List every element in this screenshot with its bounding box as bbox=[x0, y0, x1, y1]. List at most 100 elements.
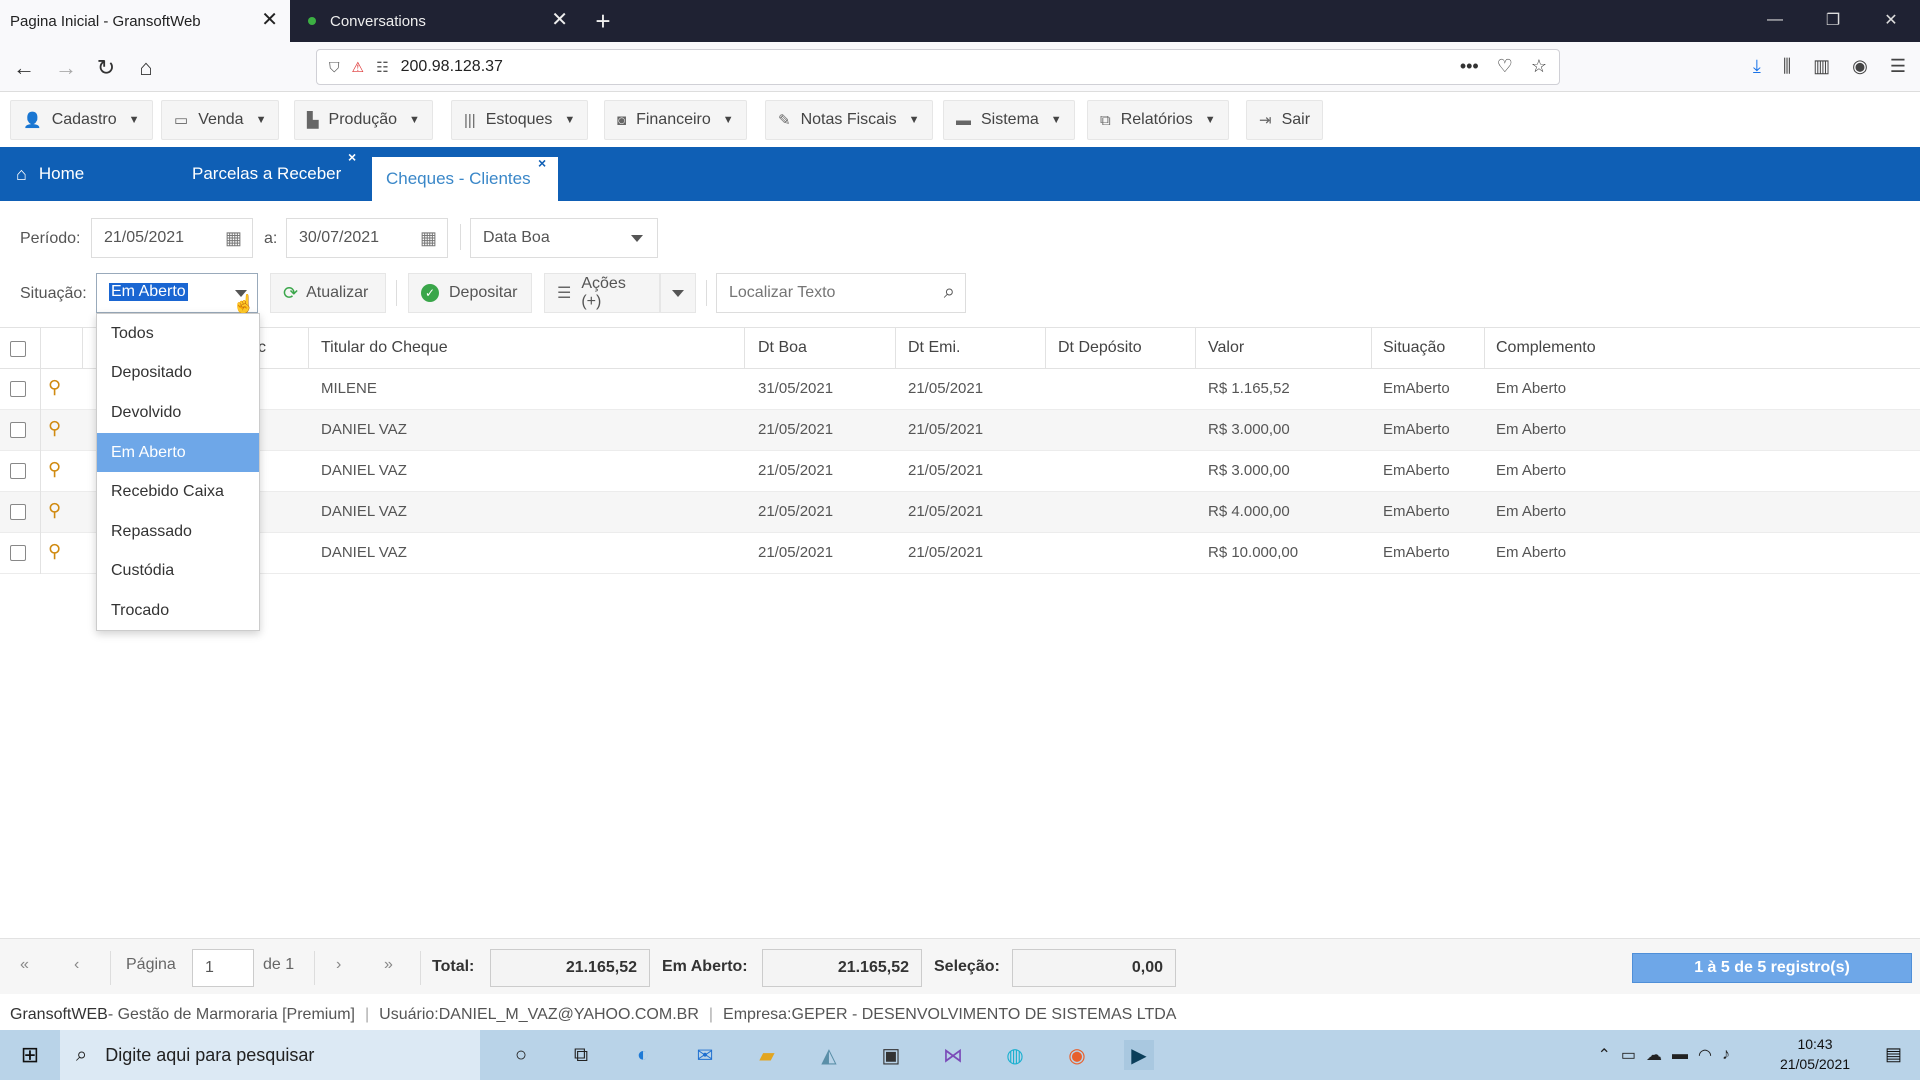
shield-icon[interactable]: ⛉ bbox=[329, 59, 340, 76]
mail-icon[interactable]: ✉ bbox=[690, 1040, 720, 1070]
restore-icon[interactable]: ❐ bbox=[1804, 0, 1862, 40]
situacao-value[interactable]: Em Aberto bbox=[109, 283, 188, 301]
acoes-dropdown-button[interactable] bbox=[660, 273, 696, 313]
close-tab-icon[interactable]: × bbox=[538, 155, 546, 171]
menu-sistema[interactable]: ▬ Sistema ▼ bbox=[943, 100, 1075, 140]
magnify-icon[interactable]: ⚲ bbox=[48, 541, 61, 562]
option-em-aberto[interactable]: Em Aberto bbox=[97, 432, 259, 473]
menu-sair[interactable]: ⇥ Sair bbox=[1246, 100, 1324, 140]
col-situacao[interactable]: Situação bbox=[1383, 339, 1445, 357]
situacao-select[interactable]: Em Aberto ☝ bbox=[96, 273, 258, 314]
forward-icon[interactable]: → bbox=[50, 52, 82, 84]
file-explorer-icon[interactable]: ▰ bbox=[752, 1040, 782, 1070]
insecure-icon[interactable]: ⚠ bbox=[352, 59, 365, 76]
col-dt-boa[interactable]: Dt Boa bbox=[758, 339, 807, 357]
menu-notas-fiscais[interactable]: ✎ Notas Fiscais ▼ bbox=[765, 100, 933, 140]
depositar-button[interactable]: ✓ Depositar bbox=[408, 273, 532, 313]
account-icon[interactable]: ◉ bbox=[1852, 56, 1868, 77]
menu-financeiro[interactable]: ◙ Financeiro ▼ bbox=[604, 100, 747, 140]
calendar-icon[interactable]: ▦ bbox=[420, 228, 437, 249]
atualizar-button[interactable]: ⟳ Atualizar bbox=[270, 273, 386, 313]
menu-venda[interactable]: ▭ Venda ▼ bbox=[161, 100, 280, 140]
tab-parcelas-a-receber[interactable]: Parcelas a Receber × bbox=[192, 147, 356, 201]
acoes-button[interactable]: ☰ Ações (+) bbox=[544, 273, 660, 313]
skype-icon[interactable]: ◍ bbox=[1000, 1040, 1030, 1070]
more-icon[interactable]: ••• bbox=[1460, 56, 1479, 77]
table-row[interactable]: ⚲ MILENE 31/05/2021 21/05/2021 R$ 1.165,… bbox=[0, 369, 1920, 410]
visual-studio-icon[interactable]: ⋈ bbox=[938, 1040, 968, 1070]
taskbar-search[interactable]: ⌕ Digite aqui para pesquisar bbox=[60, 1030, 480, 1080]
tab-home[interactable]: ⌂ Home bbox=[16, 147, 84, 201]
date-from-field[interactable]: 21/05/2021 ▦ bbox=[91, 218, 253, 258]
library-icon[interactable]: ⫼ bbox=[1783, 56, 1791, 77]
option-trocado[interactable]: Trocado bbox=[97, 591, 259, 631]
firefox-icon[interactable]: ◉ bbox=[1062, 1040, 1092, 1070]
search-icon[interactable]: ⌕ bbox=[944, 281, 955, 304]
sidebar-icon[interactable]: ▥ bbox=[1813, 56, 1830, 77]
tab-cheques-clientes[interactable]: Cheques - Clientes × bbox=[372, 155, 558, 201]
col-titular[interactable]: Titular do Cheque bbox=[321, 339, 448, 357]
row-checkbox[interactable] bbox=[10, 381, 26, 397]
magnify-icon[interactable]: ⚲ bbox=[48, 459, 61, 480]
wifi-icon[interactable]: ◠ bbox=[1698, 1045, 1712, 1065]
row-checkbox[interactable] bbox=[10, 504, 26, 520]
volume-icon[interactable]: ♪ bbox=[1722, 1046, 1730, 1064]
table-row[interactable]: ⚲ DANIEL VAZ 21/05/2021 21/05/2021 R$ 4.… bbox=[0, 492, 1920, 533]
table-row[interactable]: ⚲ DANIEL VAZ 21/05/2021 21/05/2021 R$ 3.… bbox=[0, 410, 1920, 451]
col-complemento[interactable]: Complemento bbox=[1496, 339, 1596, 357]
new-tab-icon[interactable]: + bbox=[580, 0, 626, 42]
windows-start-icon[interactable]: ⊞ bbox=[0, 1030, 60, 1080]
close-tab-icon[interactable]: ✕ bbox=[261, 10, 278, 30]
meet-icon[interactable]: ▭ bbox=[1621, 1045, 1636, 1065]
magnify-icon[interactable]: ⚲ bbox=[48, 418, 61, 439]
hamburger-menu-icon[interactable]: ☰ bbox=[1890, 56, 1906, 77]
next-page-icon[interactable]: › bbox=[336, 956, 341, 974]
cortana-icon[interactable]: ○ bbox=[506, 1040, 536, 1070]
close-tab-icon[interactable]: ✕ bbox=[551, 10, 568, 30]
home-icon[interactable]: ⌂ bbox=[130, 52, 162, 84]
menu-cadastro[interactable]: 👤 Cadastro ▼ bbox=[10, 100, 153, 140]
option-todos[interactable]: Todos bbox=[97, 314, 259, 354]
row-checkbox[interactable] bbox=[10, 463, 26, 479]
last-page-icon[interactable]: » bbox=[384, 956, 393, 974]
option-depositado[interactable]: Depositado bbox=[97, 354, 259, 394]
menu-producao[interactable]: ▙ Produção ▼ bbox=[294, 100, 433, 140]
first-page-icon[interactable]: « bbox=[20, 956, 29, 974]
date-type-select[interactable]: Data Boa bbox=[470, 218, 658, 258]
calendar-icon[interactable]: ▦ bbox=[225, 228, 242, 249]
reload-icon[interactable]: ↻ bbox=[90, 52, 122, 84]
task-view-icon[interactable]: ⧉ bbox=[566, 1040, 596, 1070]
option-recebido-caixa[interactable]: Recebido Caixa bbox=[97, 472, 259, 512]
magnify-icon[interactable]: ⚲ bbox=[48, 377, 61, 398]
table-row[interactable]: ⚲ DANIEL VAZ 21/05/2021 21/05/2021 R$ 3.… bbox=[0, 451, 1920, 492]
browser-tab-conversations[interactable]: Conversations ✕ bbox=[290, 0, 580, 42]
browser-tab-gransoft[interactable]: Pagina Inicial - GransoftWeb ✕ bbox=[0, 0, 290, 42]
col-dt-deposito[interactable]: Dt Depósito bbox=[1058, 339, 1142, 357]
back-icon[interactable]: ← bbox=[8, 52, 40, 84]
notification-icon[interactable]: ▤ bbox=[1885, 1044, 1902, 1065]
address-bar[interactable]: ⛉ ⚠ ☷ 200.98.128.37 ••• ♡ ☆ bbox=[316, 49, 1560, 85]
url-text[interactable]: 200.98.128.37 bbox=[401, 58, 503, 76]
terminal-app-icon[interactable]: ▶ bbox=[1124, 1040, 1154, 1070]
taskbar-clock[interactable]: 10:43 21/05/2021 bbox=[1770, 1034, 1860, 1074]
edge-icon[interactable]: ◐ bbox=[628, 1040, 658, 1070]
close-window-icon[interactable]: ✕ bbox=[1862, 0, 1920, 40]
option-devolvido[interactable]: Devolvido bbox=[97, 393, 259, 433]
table-row[interactable]: ⚲ DANIEL VAZ 21/05/2021 21/05/2021 R$ 10… bbox=[0, 533, 1920, 574]
bookmark-star-icon[interactable]: ☆ bbox=[1531, 56, 1547, 77]
store-icon[interactable]: ▣ bbox=[876, 1040, 906, 1070]
magnify-icon[interactable]: ⚲ bbox=[48, 500, 61, 521]
row-checkbox[interactable] bbox=[10, 545, 26, 561]
col-valor[interactable]: Valor bbox=[1208, 339, 1244, 357]
page-input[interactable]: 1 bbox=[192, 949, 254, 987]
chevron-up-icon[interactable]: ⌃ bbox=[1598, 1045, 1611, 1065]
search-input[interactable] bbox=[729, 284, 929, 302]
pocket-icon[interactable]: ♡ bbox=[1497, 56, 1513, 77]
select-all-checkbox[interactable] bbox=[10, 341, 26, 357]
date-to-field[interactable]: 30/07/2021 ▦ bbox=[286, 218, 448, 258]
search-field[interactable]: ⌕ bbox=[716, 273, 966, 313]
col-dt-emi[interactable]: Dt Emi. bbox=[908, 339, 960, 357]
option-custodia[interactable]: Custódia bbox=[97, 552, 259, 592]
row-checkbox[interactable] bbox=[10, 422, 26, 438]
minimize-icon[interactable]: — bbox=[1746, 0, 1804, 40]
